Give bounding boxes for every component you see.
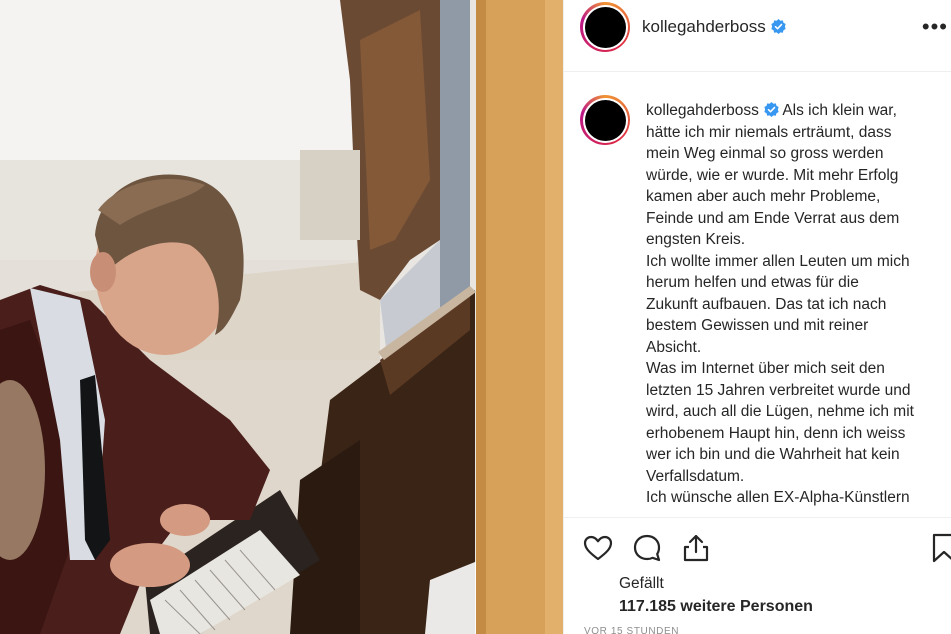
post-timestamp[interactable]: VOR 15 STUNDEN bbox=[584, 626, 679, 634]
more-horizontal-icon[interactable]: ••• bbox=[922, 14, 948, 40]
post-side-panel: kollegahderboss ••• kollegahderboss Als … bbox=[563, 0, 951, 634]
caption-line: Zukunft aufbauen. Das tat ich nach bbox=[646, 295, 887, 313]
likes-count[interactable]: 117.185 weitere Personen bbox=[619, 598, 813, 616]
comment-icon[interactable] bbox=[631, 532, 663, 564]
likes-label: Gefällt bbox=[619, 575, 664, 592]
caption-line: herum helfen und etwas für die bbox=[646, 274, 859, 291]
caption-line: wird, auch all die Lügen, nehme ich mit bbox=[646, 403, 914, 420]
caption-line: Feinde und am Ende Verrat aus dem bbox=[646, 209, 900, 227]
caption-line: hätte ich mir niemals erträumt, dass bbox=[646, 123, 892, 141]
caption-line: Was im Internet über mich seit den bbox=[646, 360, 885, 377]
caption-line: mein Weg einmal so gross werden bbox=[646, 145, 884, 162]
caption-line: Als ich klein war, bbox=[782, 102, 897, 119]
caption-username[interactable]: kollegahderboss bbox=[646, 102, 759, 119]
caption-line: bestem Gewissen und mit reiner bbox=[646, 317, 869, 334]
avatar[interactable] bbox=[580, 2, 630, 52]
post-actions: Gefällt 117.185 weitere Personen VOR 15 … bbox=[564, 517, 951, 634]
caption-line: Ich wollte immer allen Leuten um mich bbox=[646, 252, 910, 270]
post-caption: kollegahderboss Als ich klein war, hätte… bbox=[646, 100, 949, 509]
caption-avatar[interactable] bbox=[580, 95, 630, 145]
header-username[interactable]: kollegahderboss bbox=[642, 17, 786, 37]
caption-line: würde, wie er wurde. Mit mehr Erfolg bbox=[646, 166, 899, 184]
share-icon[interactable] bbox=[680, 532, 712, 564]
caption-line: Ich wünsche allen EX-Alpha-Künstlern bbox=[646, 489, 910, 506]
caption-line: kamen aber auch mehr Probleme, bbox=[646, 188, 881, 205]
caption-line: erhobenem Haupt hin, denn ich weiss bbox=[646, 424, 906, 442]
verified-badge-icon bbox=[764, 102, 779, 117]
verified-badge-icon bbox=[771, 19, 786, 34]
caption-line: wer ich bin und die Wahrheit hat kein bbox=[646, 446, 900, 463]
likes-number: 117.185 bbox=[619, 598, 676, 615]
caption-line: letzten 15 Jahren verbreitet wurde und bbox=[646, 381, 911, 399]
caption-line: Verfallsdatum. bbox=[646, 467, 745, 485]
caption-line: Absicht. bbox=[646, 338, 702, 356]
post-photo[interactable] bbox=[0, 0, 563, 634]
post-header: kollegahderboss ••• bbox=[564, 0, 951, 72]
bookmark-icon[interactable] bbox=[928, 532, 951, 564]
caption-line: engsten Kreis. bbox=[646, 231, 746, 248]
post-photo-illustration bbox=[0, 0, 563, 634]
caption-area: kollegahderboss Als ich klein war, hätte… bbox=[564, 73, 951, 517]
heart-icon[interactable] bbox=[582, 532, 614, 564]
likes-suffix: weitere Personen bbox=[680, 598, 813, 615]
